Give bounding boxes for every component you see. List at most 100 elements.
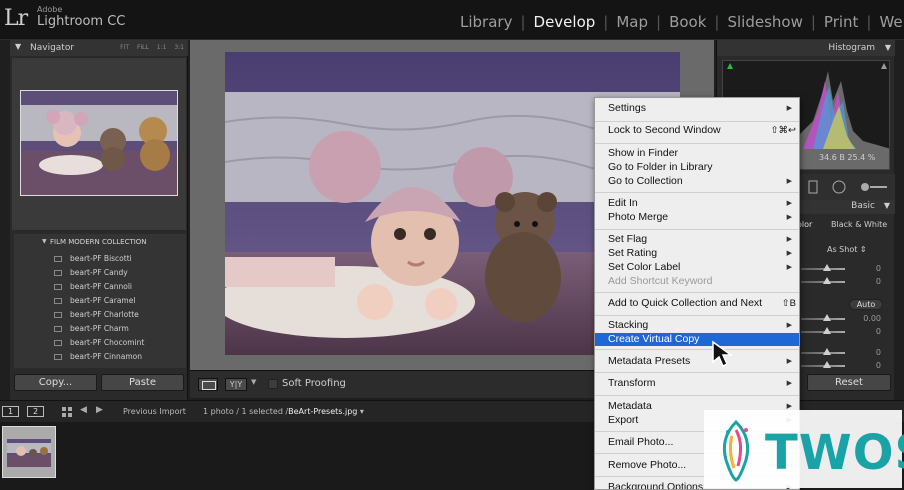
preset-icon <box>54 354 62 360</box>
menu-item-metadata-presets[interactable]: Metadata Presets ▶ <box>595 355 799 368</box>
menu-item-label: Set Flag <box>608 233 648 245</box>
menu-separator <box>595 372 799 373</box>
menu-item-edit-in[interactable]: Edit In ▶ <box>595 197 799 210</box>
preset-item[interactable]: beart-PF Candy <box>54 268 128 277</box>
submenu-arrow-icon: ▶ <box>786 358 792 365</box>
menu-item-create-virtual-copy[interactable]: Create Virtual Copy <box>595 333 799 346</box>
temp-slider[interactable]: 0 <box>801 264 881 274</box>
menu-item-photo-merge[interactable]: Photo Merge ▶ <box>595 211 799 224</box>
slider-knob[interactable] <box>823 314 831 321</box>
menu-item-label: Go to Collection <box>608 175 683 187</box>
primary-display-button[interactable]: 1 <box>2 406 19 417</box>
exposure-slider[interactable]: 0.00 <box>801 314 881 324</box>
filmstrip-thumbnail[interactable] <box>2 426 56 478</box>
preset-collection-title[interactable]: FILM MODERN COLLECTION <box>40 238 147 246</box>
preset-item[interactable]: beart-PF Caramel <box>54 296 135 305</box>
preset-icon <box>54 298 62 304</box>
forward-arrow-icon[interactable]: ▶ <box>96 405 103 415</box>
reset-button[interactable]: Reset <box>807 374 891 391</box>
module-library[interactable]: Library <box>460 13 512 31</box>
menu-item-set-flag[interactable]: Set Flag ▶ <box>595 233 799 246</box>
slider-knob[interactable] <box>823 327 831 334</box>
basic-title: Basic <box>851 201 875 211</box>
preset-item[interactable]: beart-PF Cinnamon <box>54 352 142 361</box>
preset-item[interactable]: beart-PF Charm <box>54 324 129 333</box>
menu-item-go-to-collection[interactable]: Go to Collection ▶ <box>595 175 799 188</box>
menu-item-show-in-finder[interactable]: Show in Finder <box>595 147 799 160</box>
module-web[interactable]: Web <box>879 13 904 31</box>
loupe-view-button[interactable] <box>198 378 218 391</box>
preset-item[interactable]: beart-PF Cannoli <box>54 282 132 291</box>
preset-label: beart-PF Candy <box>70 268 128 277</box>
menu-item-transform[interactable]: Transform ▶ <box>595 377 799 390</box>
collapse-triangle-icon[interactable]: ▼ <box>15 42 21 51</box>
menu-separator <box>595 395 799 396</box>
menu-item-lock-second-window[interactable]: Lock to Second Window ⇧⌘↩ <box>595 124 799 137</box>
secondary-display-button[interactable]: 2 <box>27 406 44 417</box>
menu-item-set-rating[interactable]: Set Rating ▶ <box>595 247 799 260</box>
zoom-fit[interactable]: FIT <box>120 44 129 51</box>
menu-item-label: Show in Finder <box>608 147 679 159</box>
soft-proofing-checkbox[interactable] <box>268 379 278 389</box>
menu-item-quick-collection[interactable]: Add to Quick Collection and Next ⇧B <box>595 297 799 310</box>
navigator-thumbnail[interactable] <box>20 90 178 196</box>
navigator-header[interactable]: ▼ Navigator FIT FILL 1:1 3:1 <box>10 40 188 56</box>
zoom-3-1[interactable]: 3:1 <box>174 44 184 51</box>
zoom-fill[interactable]: FILL <box>137 44 149 51</box>
module-print[interactable]: Print <box>824 13 859 31</box>
collapse-triangle-icon[interactable]: ▼ <box>884 201 890 210</box>
presets-list: ▼ FILM MODERN COLLECTION beart-PF Biscot… <box>14 234 186 368</box>
menu-item-go-to-folder[interactable]: Go to Folder in Library <box>595 161 799 174</box>
menu-item-label: Add Shortcut Keyword <box>608 275 713 287</box>
collapse-triangle-icon[interactable]: ▼ <box>885 43 891 52</box>
highlights-slider[interactable]: 0 <box>801 348 881 358</box>
menu-separator <box>595 315 799 316</box>
auto-button[interactable]: Auto <box>849 299 883 310</box>
paste-button[interactable]: Paste <box>101 374 184 391</box>
zoom-1-1[interactable]: 1:1 <box>157 44 167 51</box>
menu-item-label: Export <box>608 414 639 426</box>
slider-knob[interactable] <box>823 348 831 355</box>
histogram-header[interactable]: Histogram ▼ <box>717 40 895 56</box>
preset-item[interactable]: beart-PF Biscotti <box>54 254 132 263</box>
menu-item-label: Metadata Presets <box>608 355 691 367</box>
module-map[interactable]: Map <box>616 13 648 31</box>
preset-item[interactable]: beart-PF Chocomint <box>54 338 144 347</box>
back-arrow-icon[interactable]: ◀ <box>80 405 87 415</box>
histogram-readout: 34.6 B 25.4 % <box>819 153 876 162</box>
black-white-tab[interactable]: Black & White <box>831 220 887 229</box>
module-develop[interactable]: Develop <box>534 13 596 31</box>
menu-item-stacking[interactable]: Stacking ▶ <box>595 319 799 332</box>
menu-separator <box>595 192 799 193</box>
preset-icon <box>54 326 62 332</box>
navigator-zoom-options: FIT FILL 1:1 3:1 <box>114 44 184 51</box>
filmstrip-selection-info[interactable]: 1 photo / 1 selected /BeArt-Presets.jpg … <box>203 407 364 416</box>
shadows-slider[interactable]: 0 <box>801 361 881 371</box>
menu-item-set-color-label[interactable]: Set Color Label ▶ <box>595 261 799 274</box>
grid-view-icon[interactable] <box>62 407 72 417</box>
module-slideshow[interactable]: Slideshow <box>727 13 802 31</box>
filmstrip-source[interactable]: Previous Import <box>123 407 186 416</box>
before-after-button[interactable]: Y|Y <box>225 378 247 391</box>
menu-item-label: Settings <box>608 102 646 114</box>
menu-item-settings[interactable]: Settings ▶ <box>595 102 799 115</box>
submenu-arrow-icon: ▶ <box>786 322 792 329</box>
preset-item[interactable]: beart-PF Charlotte <box>54 310 139 319</box>
chevron-down-icon[interactable]: ▼ <box>251 378 256 386</box>
menu-item-label: Create Virtual Copy <box>608 333 700 345</box>
copy-button[interactable]: Copy... <box>14 374 97 391</box>
slider-knob[interactable] <box>823 277 831 284</box>
menu-separator <box>595 121 799 122</box>
white-balance-dropdown[interactable]: As Shot ⇕ <box>827 245 867 254</box>
preset-label: beart-PF Chocomint <box>70 338 145 347</box>
module-book[interactable]: Book <box>669 13 706 31</box>
menu-item-label: Email Photo... <box>608 436 674 448</box>
slider-knob[interactable] <box>823 361 831 368</box>
slider-knob[interactable] <box>823 264 831 271</box>
tint-slider[interactable]: 0 <box>801 277 881 287</box>
slider-value: 0 <box>875 264 881 273</box>
preset-label: beart-PF Cinnamon <box>70 352 142 361</box>
navigator-preview <box>12 58 186 230</box>
menu-item-label: Set Color Label <box>608 261 681 273</box>
contrast-slider[interactable]: 0 <box>801 327 881 337</box>
